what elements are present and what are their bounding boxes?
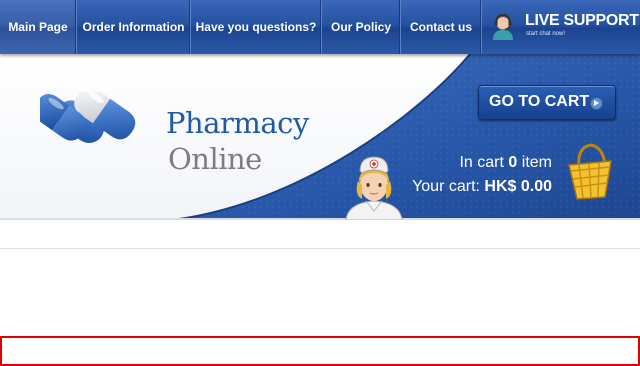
cart-total: Your cart: HK$ 0.00 — [412, 178, 552, 196]
nav-contact-us[interactable]: Contact us — [401, 0, 482, 54]
top-nav: Main Page Order Information Have you que… — [0, 0, 640, 54]
nav-order-information[interactable]: Order Information — [77, 0, 191, 54]
nurse-illustration — [345, 156, 403, 220]
nav-questions[interactable]: Have you questions? — [191, 0, 322, 54]
shopping-basket-icon[interactable] — [565, 141, 615, 203]
header-banner: Pharmacy Online GO TO CART In cart 0 ite… — [0, 54, 640, 220]
content-divider — [0, 248, 640, 249]
cart-item-count: In cart 0 item — [459, 154, 552, 172]
nav-main-page[interactable]: Main Page — [0, 0, 77, 54]
brand-name-line2: Online — [168, 142, 262, 176]
nav-our-policy[interactable]: Our Policy — [322, 0, 401, 54]
content-frame — [0, 336, 640, 366]
pill-capsule-icon — [40, 92, 136, 143]
live-support-subtitle: start chat now! — [526, 31, 566, 37]
cart-in-cart-prefix: In cart — [459, 154, 504, 171]
cart-count-value: 0 — [508, 154, 518, 171]
go-to-cart-label: GO TO CART — [489, 93, 590, 110]
brand-name-line1: Pharmacy — [166, 106, 309, 140]
arrow-right-icon — [590, 97, 603, 110]
cart-total-prefix: Your cart: — [412, 178, 480, 195]
live-support-title: LIVE SUPPORT — [525, 12, 639, 29]
support-agent-icon — [493, 13, 513, 40]
go-to-cart-button[interactable]: GO TO CART — [478, 85, 616, 120]
cart-total-value: HK$ 0.00 — [484, 178, 552, 195]
live-support-button[interactable]: LIVE SUPPORT start chat now! — [478, 0, 640, 54]
cart-in-cart-suffix: item — [521, 154, 552, 171]
